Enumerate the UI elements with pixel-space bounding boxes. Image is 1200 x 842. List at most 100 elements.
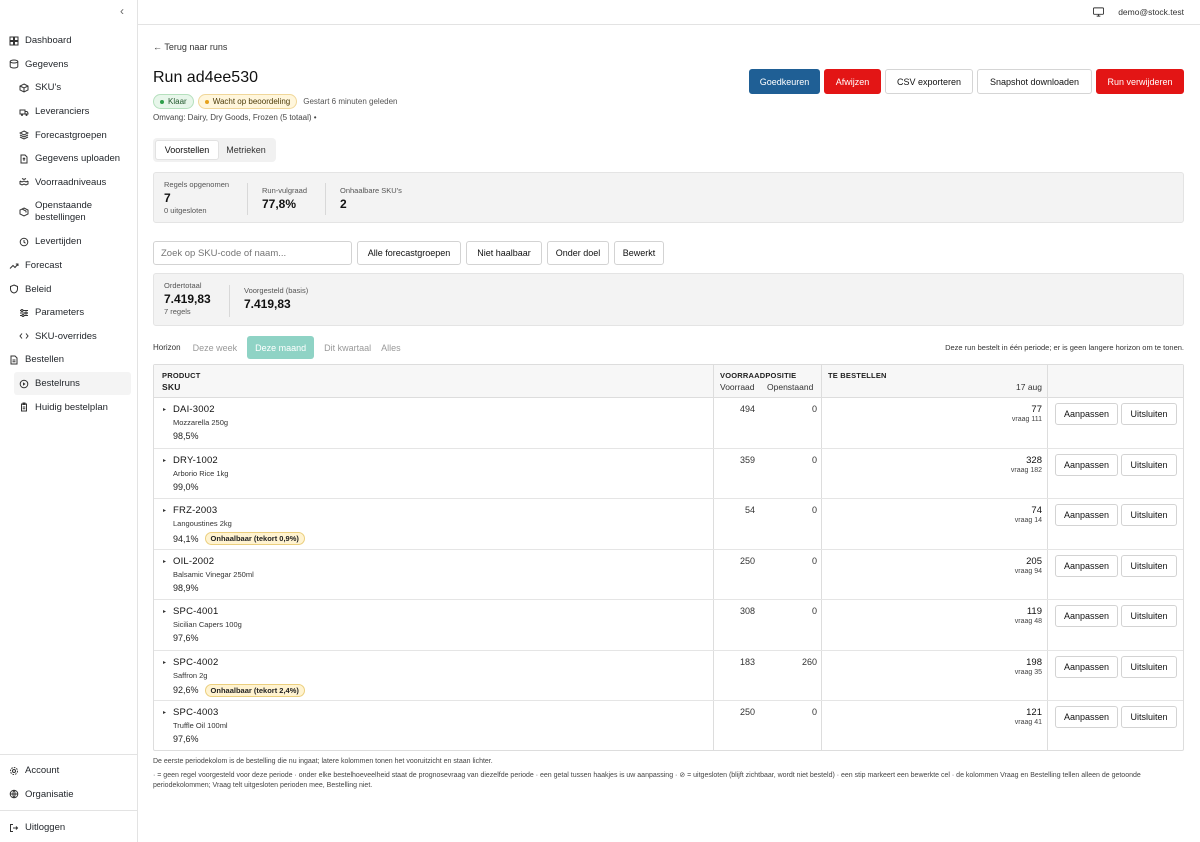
status-ready-label: Klaar: [168, 97, 187, 106]
stock-value: 54: [744, 505, 755, 515]
sidebar-item-organisatie[interactable]: Organisatie: [0, 783, 137, 807]
sidebar-item-label: Bestellen: [25, 354, 65, 366]
approve-button[interactable]: Goedkeuren: [749, 69, 820, 94]
horizon-option-quarter[interactable]: Dit kwartaal: [324, 336, 371, 359]
adjust-button[interactable]: Aanpassen: [1055, 554, 1118, 577]
horizon-option-week[interactable]: Deze week: [193, 336, 238, 359]
sidebar-item-label: SKU's: [35, 82, 62, 94]
sidebar-item-label: Beleid: [25, 283, 52, 295]
sidebar-item-label: Uitloggen: [25, 822, 66, 834]
csv-export-button[interactable]: CSV exporteren: [885, 69, 973, 94]
search-input[interactable]: [153, 241, 352, 265]
sku-code: FRZ-2003: [173, 505, 218, 516]
snapshot-download-button[interactable]: Snapshot downloaden: [977, 69, 1092, 94]
back-to-runs-link[interactable]: ← Terug naar runs: [153, 42, 227, 52]
sidebar-item-gegevens[interactable]: Gegevens: [0, 53, 137, 77]
adjust-button[interactable]: Aanpassen: [1055, 504, 1118, 526]
service-level-value: 97,6%: [173, 734, 199, 744]
monitor-icon[interactable]: [1093, 7, 1105, 17]
service-level: 98,9%: [173, 583, 199, 593]
product-name: Balsamic Vinegar 250ml: [173, 569, 254, 579]
horizon-selector: Horizon Deze week Deze maand Dit kwartaa…: [153, 336, 1184, 359]
horizon-option-month[interactable]: Deze maand: [247, 336, 315, 359]
horizon-option-all[interactable]: Alles: [381, 336, 401, 359]
expand-row-icon[interactable]: ▸: [163, 608, 166, 615]
order-quantity[interactable]: 119: [1027, 606, 1042, 617]
sidebar-item-label: Organisatie: [25, 788, 74, 800]
adjust-button[interactable]: Aanpassen: [1055, 706, 1118, 728]
stat-rules-sub: 0 uitgesloten: [164, 206, 207, 215]
sidebar-item-levertijden[interactable]: Levertijden: [0, 230, 137, 254]
sidebar-bottom-nav: Account Organisatie: [0, 759, 137, 806]
exclude-button[interactable]: Uitsluiten: [1121, 554, 1177, 577]
edited-filter-button[interactable]: Bewerkt: [614, 241, 664, 265]
order-quantity[interactable]: 205: [1026, 556, 1042, 567]
sidebar-item-gegevens-uploaden[interactable]: Gegevens uploaden: [0, 147, 137, 171]
sidebar-item-parameters[interactable]: Parameters: [0, 301, 137, 325]
all-forecast-groups-button[interactable]: Alle forecastgroepen: [357, 241, 461, 265]
demand-value: vraag 111: [1011, 416, 1042, 423]
adjust-button[interactable]: Aanpassen: [1055, 403, 1118, 425]
product-name: Langoustines 2kg: [173, 519, 232, 528]
run-scope: Omvang: Dairy, Dry Goods, Frozen (5 tota…: [153, 113, 317, 122]
stat-fill-label: Run-vulgraad: [262, 186, 308, 195]
reject-button[interactable]: Afwijzen: [824, 69, 881, 94]
header-to-order: TE BESTELLEN: [828, 371, 887, 380]
exclude-button[interactable]: Uitsluiten: [1121, 453, 1177, 476]
trend-icon: [9, 261, 19, 271]
below-target-filter-button[interactable]: Onder doel: [547, 241, 609, 265]
status-badge-review: Wacht op beoordeling: [197, 94, 298, 109]
not-feasible-filter-button[interactable]: Niet haalbaar: [466, 241, 542, 265]
delete-run-button[interactable]: Run verwijderen: [1096, 69, 1184, 94]
sidebar-item-openstaande-bestellingen[interactable]: Openstaande bestellingen: [0, 194, 137, 230]
expand-row-icon[interactable]: ▸: [163, 558, 166, 565]
exclude-button[interactable]: Uitsluiten: [1121, 655, 1177, 678]
tab-metrics[interactable]: Metrieken: [219, 140, 273, 160]
sidebar-item-label: SKU-overrides: [35, 330, 97, 342]
expand-row-icon[interactable]: ▸: [163, 406, 166, 413]
order-quantity[interactable]: 328: [1026, 455, 1042, 466]
sku-code: DAI-3002: [173, 404, 215, 415]
expand-row-icon[interactable]: ▸: [163, 709, 166, 716]
sidebar-item-voorraadniveaus[interactable]: Voorraadniveaus: [0, 171, 137, 195]
expand-row-icon[interactable]: ▸: [163, 659, 166, 666]
exclude-button[interactable]: Uitsluiten: [1121, 403, 1177, 425]
sidebar-item-label: Bestelruns: [35, 378, 80, 390]
sidebar-item-leveranciers[interactable]: Leveranciers: [0, 100, 137, 124]
order-quantity[interactable]: 198: [1026, 657, 1042, 668]
exclude-button[interactable]: Uitsluiten: [1121, 504, 1177, 526]
sidebar-item-account[interactable]: Account: [0, 759, 137, 783]
order-quantity[interactable]: 121: [1026, 707, 1042, 718]
tab-proposals[interactable]: Voorstellen: [155, 140, 219, 160]
proposed-total: Voorgesteld (basis) 7.419,83: [244, 286, 308, 311]
sidebar-item-bestellen[interactable]: Bestellen: [0, 348, 137, 372]
sidebar-item-bestelruns[interactable]: Bestelruns: [14, 371, 131, 396]
sidebar-item-forecast[interactable]: Forecast: [0, 254, 137, 278]
sidebar-item-uitloggen[interactable]: Uitloggen: [0, 816, 137, 840]
header-period-date: 17 aug: [1016, 382, 1042, 392]
exclude-button[interactable]: Uitsluiten: [1121, 605, 1177, 627]
expand-row-icon[interactable]: ▸: [163, 457, 166, 464]
collapse-sidebar-icon[interactable]: ‹: [115, 4, 129, 20]
table-legend: De eerste periodekolom is de bestelling …: [153, 757, 1188, 792]
table-header: PRODUCT SKU VOORRAADPOSITIE Voorraad Ope…: [154, 365, 1183, 398]
service-level-value: 92,6%: [173, 685, 199, 695]
green-dot-icon: [160, 99, 164, 104]
sidebar-item-huidig-bestelplan[interactable]: Huidig bestelplan: [0, 395, 137, 419]
sidebar-item-dashboard[interactable]: Dashboard: [0, 29, 137, 53]
stat-fill-value: 77,8%: [262, 197, 297, 211]
sidebar-item-forecastgroepen[interactable]: Forecastgroepen: [0, 123, 137, 147]
adjust-button[interactable]: Aanpassen: [1055, 655, 1118, 678]
sidebar-nav: Dashboard Gegevens SKU's Leveranciers Foreca…: [0, 29, 137, 419]
user-email[interactable]: demo@stock.test: [1118, 7, 1184, 17]
exclude-button[interactable]: Uitsluiten: [1121, 706, 1177, 728]
sidebar-item-beleid[interactable]: Beleid: [0, 277, 137, 301]
sidebar-item-sku-s[interactable]: SKU's: [0, 76, 137, 100]
order-quantity[interactable]: 77: [1031, 404, 1042, 415]
expand-row-icon[interactable]: ▸: [163, 507, 166, 514]
adjust-button[interactable]: Aanpassen: [1055, 605, 1118, 627]
demand-value: vraag 35: [1014, 668, 1042, 676]
adjust-button[interactable]: Aanpassen: [1055, 453, 1118, 476]
sidebar-item-sku-overrides[interactable]: SKU-overrides: [0, 325, 137, 349]
order-quantity[interactable]: 74: [1031, 505, 1042, 516]
